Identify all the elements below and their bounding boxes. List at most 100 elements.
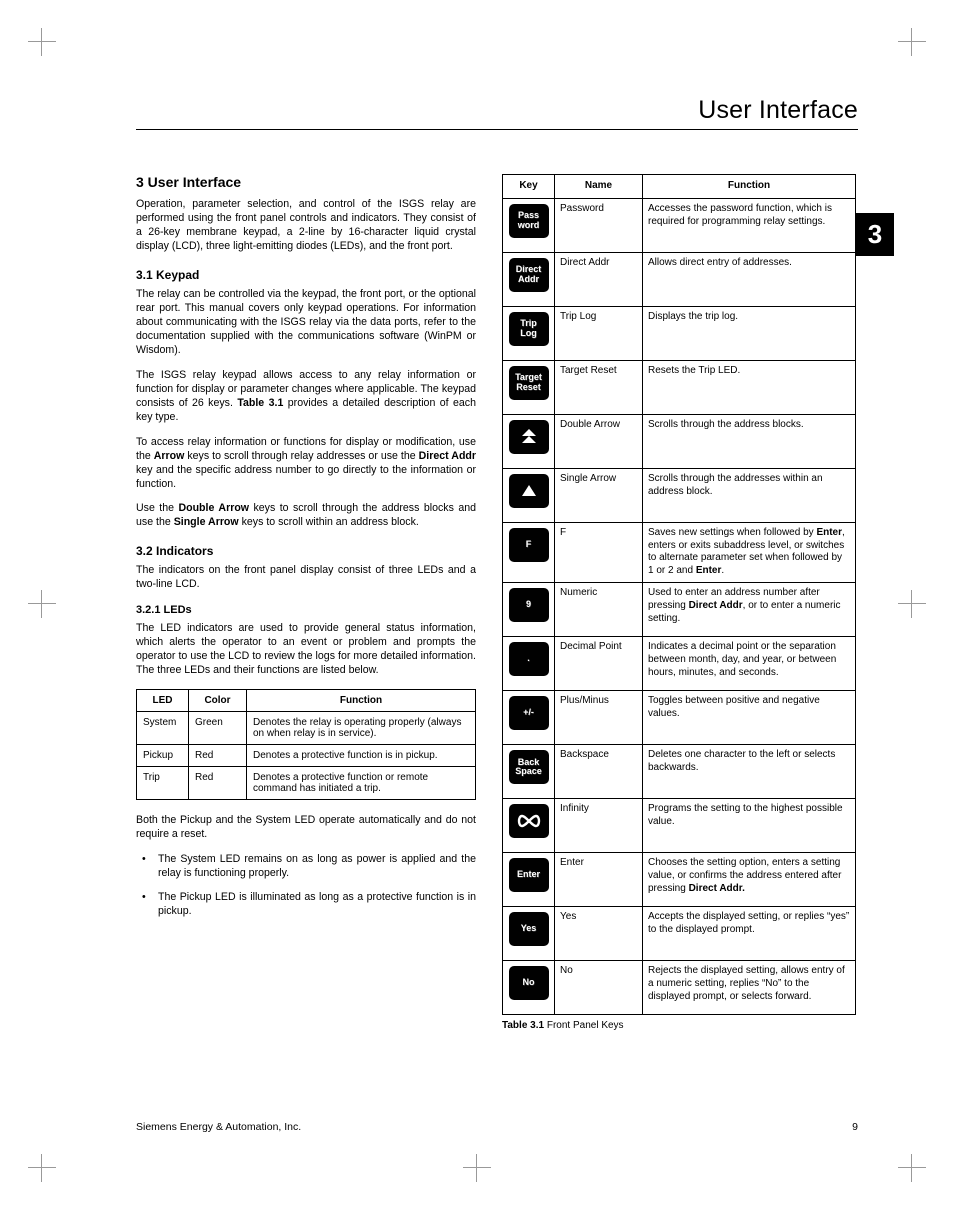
table-row: InfinityPrograms the setting to the high… (503, 798, 856, 852)
cell-func: Programs the setting to the highest poss… (643, 798, 856, 852)
keycap-single-arrow-up-icon (509, 474, 549, 508)
cell-func: Chooses the setting option, enters a set… (643, 852, 856, 906)
cell-key: TargetReset (503, 360, 555, 414)
heading-3: 3 User Interface (136, 174, 476, 190)
th-name: Name (555, 175, 643, 199)
table-row: NoNoRejects the displayed setting, allow… (503, 960, 856, 1014)
keycap: TargetReset (509, 366, 549, 400)
heading-3-1: 3.1 Keypad (136, 268, 476, 282)
cell-func: Displays the trip log. (643, 306, 856, 360)
cell-func: Allows direct entry of addresses. (643, 252, 856, 306)
cell-key: Enter (503, 852, 555, 906)
cell-key: TripLog (503, 306, 555, 360)
table-row: Double ArrowScrolls through the address … (503, 414, 856, 468)
list-item: The System LED remains on as long as pow… (136, 853, 476, 881)
crop-mark (28, 1154, 56, 1182)
th-led: LED (137, 690, 189, 712)
footer-company: Siemens Energy & Automation, Inc. (136, 1121, 301, 1133)
cell-key: Yes (503, 906, 555, 960)
cell-func: Rejects the displayed setting, allows en… (643, 960, 856, 1014)
cell-key: F (503, 522, 555, 582)
table-row: EnterEnterChooses the setting option, en… (503, 852, 856, 906)
cell-key: BackSpace (503, 744, 555, 798)
cell-func: Indicates a decimal point or the separat… (643, 636, 856, 690)
cell-name: Numeric (555, 582, 643, 636)
keycap: 9 (509, 588, 549, 622)
crop-mark (898, 28, 926, 56)
keycap-double-arrow-up-icon (509, 420, 549, 454)
crop-mark (898, 590, 926, 618)
cell-led: System (137, 712, 189, 745)
cell-name: Double Arrow (555, 414, 643, 468)
crop-mark (898, 1154, 926, 1182)
cell-name: Password (555, 198, 643, 252)
body-text: To access relay information or functions… (136, 436, 476, 492)
table-row: +/-Plus/MinusToggles between positive an… (503, 690, 856, 744)
body-text: The indicators on the front panel displa… (136, 564, 476, 592)
keycap: Enter (509, 858, 549, 892)
cell-name: No (555, 960, 643, 1014)
cell-func: Deletes one character to the left or sel… (643, 744, 856, 798)
cell-name: Enter (555, 852, 643, 906)
table-row: YesYesAccepts the displayed setting, or … (503, 906, 856, 960)
crop-mark (28, 590, 56, 618)
crop-mark (28, 28, 56, 56)
th-color: Color (189, 690, 247, 712)
cell-name: Direct Addr (555, 252, 643, 306)
cell-name: Decimal Point (555, 636, 643, 690)
cell-key: 9 (503, 582, 555, 636)
bullet-list: The System LED remains on as long as pow… (136, 853, 476, 919)
keycap: F (509, 528, 549, 562)
table-row: 9NumericUsed to enter an address number … (503, 582, 856, 636)
cell-name: Single Arrow (555, 468, 643, 522)
cell-led: Trip (137, 767, 189, 800)
table-row: Single ArrowScrolls through the addresse… (503, 468, 856, 522)
th-func: Function (643, 175, 856, 199)
crop-mark (463, 1154, 491, 1182)
cell-func: Saves new settings when followed by Ente… (643, 522, 856, 582)
body-text: The relay can be controlled via the keyp… (136, 288, 476, 358)
cell-func: Denotes a protective function or remote … (247, 767, 476, 800)
body-text: The ISGS relay keypad allows access to a… (136, 369, 476, 425)
cell-name: F (555, 522, 643, 582)
cell-func: Used to enter an address number after pr… (643, 582, 856, 636)
cell-key (503, 798, 555, 852)
cell-func: Resets the Trip LED. (643, 360, 856, 414)
table-row: TripRedDenotes a protective function or … (137, 767, 476, 800)
heading-3-2: 3.2 Indicators (136, 544, 476, 558)
cell-name: Yes (555, 906, 643, 960)
cell-name: Target Reset (555, 360, 643, 414)
cell-key: DirectAddr (503, 252, 555, 306)
cell-func: Toggles between positive and negative va… (643, 690, 856, 744)
keycap: Password (509, 204, 549, 238)
table-row: PickupRedDenotes a protective function i… (137, 745, 476, 767)
keycap: TripLog (509, 312, 549, 346)
table-row: BackSpaceBackspaceDeletes one character … (503, 744, 856, 798)
page-footer: Siemens Energy & Automation, Inc. 9 (136, 1121, 858, 1133)
table-row: SystemGreenDenotes the relay is operatin… (137, 712, 476, 745)
cell-name: Infinity (555, 798, 643, 852)
cell-func: Denotes the relay is operating properly … (247, 712, 476, 745)
table-row: .Decimal PointIndicates a decimal point … (503, 636, 856, 690)
table-caption: Table 3.1 Front Panel Keys (502, 1020, 856, 1031)
th-key: Key (503, 175, 555, 199)
body-text: Both the Pickup and the System LED opera… (136, 814, 476, 842)
list-item: The Pickup LED is illuminated as long as… (136, 891, 476, 919)
cell-func: Accepts the displayed setting, or replie… (643, 906, 856, 960)
cell-func: Accesses the password function, which is… (643, 198, 856, 252)
led-table: LED Color Function SystemGreenDenotes th… (136, 689, 476, 800)
keycap: . (509, 642, 549, 676)
body-text: The LED indicators are used to provide g… (136, 622, 476, 678)
cell-key (503, 414, 555, 468)
cell-led: Pickup (137, 745, 189, 767)
keycap: No (509, 966, 549, 1000)
cell-key (503, 468, 555, 522)
table-row: TargetResetTarget ResetResets the Trip L… (503, 360, 856, 414)
cell-func: Scrolls through the address blocks. (643, 414, 856, 468)
footer-page-number: 9 (852, 1121, 858, 1133)
body-text: Use the Double Arrow keys to scroll thro… (136, 502, 476, 530)
cell-key: . (503, 636, 555, 690)
cell-name: Plus/Minus (555, 690, 643, 744)
table-row: FFSaves new settings when followed by En… (503, 522, 856, 582)
chapter-tab: 3 (856, 213, 894, 256)
